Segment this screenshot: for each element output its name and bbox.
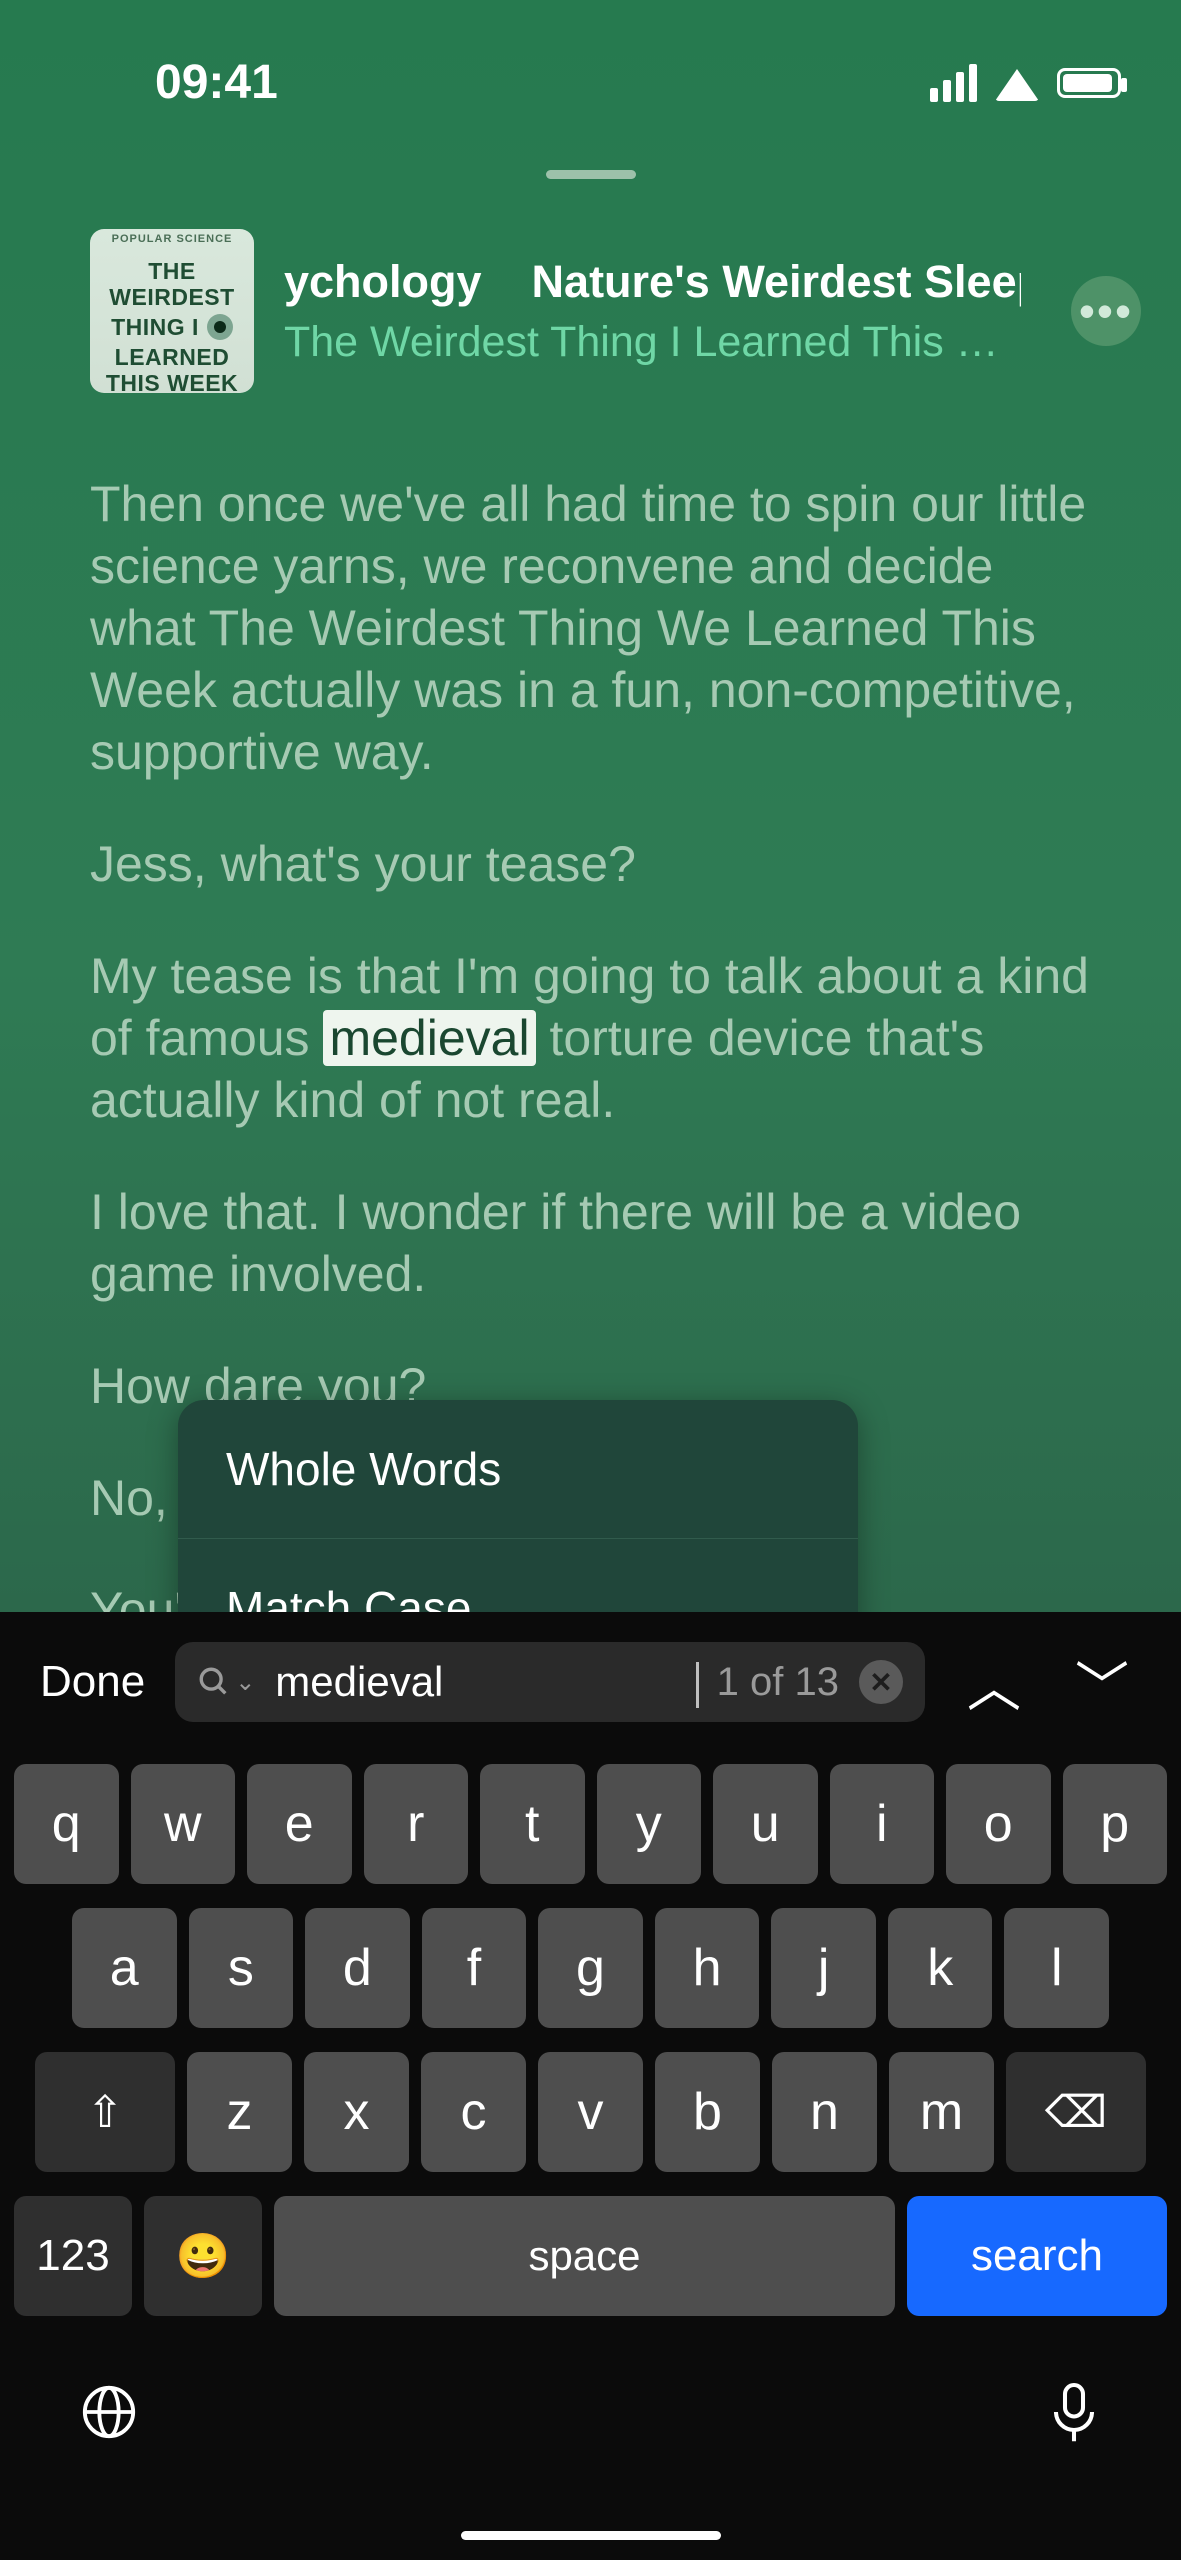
transcript-line[interactable]: I love that. I wonder if there will be a… [90, 1181, 1091, 1305]
podcast-cover[interactable]: POPULAR SCIENCE THE WEIRDEST THING I LEA… [90, 229, 254, 393]
result-count: 1 of 13 [717, 1660, 839, 1705]
prev-result[interactable]: ︿ [955, 1643, 1033, 1722]
episode-titles: ychology Nature's Weirdest Sleep E The W… [284, 256, 1021, 367]
battery-icon [1057, 68, 1121, 98]
search-field[interactable]: ⌄ medieval 1 of 13 ✕ [175, 1642, 925, 1722]
keyboard-toolbar [0, 2340, 1181, 2458]
cover-tag: POPULAR SCIENCE [112, 226, 233, 252]
mic-icon[interactable] [1047, 2380, 1101, 2458]
key-b[interactable]: b [655, 2052, 760, 2172]
status-time: 09:41 [155, 55, 278, 110]
key-j[interactable]: j [771, 1908, 876, 2028]
next-result[interactable]: ﹀ [1063, 1643, 1141, 1722]
clear-icon[interactable]: ✕ [859, 1660, 903, 1704]
transcript-line[interactable]: Jess, what's your tease? [90, 833, 1091, 895]
key-c[interactable]: c [421, 2052, 526, 2172]
transcript-line[interactable]: Then once we've all had time to spin our… [90, 473, 1091, 783]
key-y[interactable]: y [597, 1764, 702, 1884]
space-key[interactable]: space [274, 2196, 895, 2316]
key-i[interactable]: i [830, 1764, 935, 1884]
shift-key[interactable]: ⇧ [35, 2052, 175, 2172]
chevron-down-icon[interactable]: ⌄ [235, 1668, 255, 1697]
keyboard: qwertyuiop asdfghjkl ⇧ zxcvbnm ⌫ 123 😀 s… [0, 1752, 1181, 2316]
key-s[interactable]: s [189, 1908, 294, 2028]
key-z[interactable]: z [187, 2052, 292, 2172]
search-bar-row: Done ⌄ medieval 1 of 13 ✕ ︿ ﹀ [0, 1612, 1181, 1752]
home-indicator[interactable] [461, 2531, 721, 2540]
transcript-line[interactable]: My tease is that I'm going to talk about… [90, 945, 1091, 1131]
option-whole-words[interactable]: Whole Words [178, 1400, 858, 1538]
show-name[interactable]: The Weirdest Thing I Learned This Wee [284, 318, 1021, 367]
done-button[interactable]: Done [40, 1657, 145, 1707]
sheet-grabber[interactable] [546, 170, 636, 179]
key-l[interactable]: l [1004, 1908, 1109, 2028]
key-r[interactable]: r [364, 1764, 469, 1884]
key-h[interactable]: h [655, 1908, 760, 2028]
key-m[interactable]: m [889, 2052, 994, 2172]
eye-icon [207, 314, 233, 340]
key-g[interactable]: g [538, 1908, 643, 2028]
key-a[interactable]: a [72, 1908, 177, 2028]
status-indicators [930, 64, 1121, 102]
globe-icon[interactable] [80, 2383, 138, 2455]
status-bar: 09:41 [0, 0, 1181, 110]
key-x[interactable]: x [304, 2052, 409, 2172]
key-v[interactable]: v [538, 2052, 643, 2172]
search-icon[interactable]: ⌄ [197, 1665, 255, 1699]
key-q[interactable]: q [14, 1764, 119, 1884]
key-o[interactable]: o [946, 1764, 1051, 1884]
key-u[interactable]: u [713, 1764, 818, 1884]
key-k[interactable]: k [888, 1908, 993, 2028]
key-w[interactable]: w [131, 1764, 236, 1884]
episode-title: ychology Nature's Weirdest Sleep E [284, 256, 1021, 308]
backspace-key[interactable]: ⌫ [1006, 2052, 1146, 2172]
search-highlight[interactable]: medieval [323, 1010, 535, 1066]
more-button[interactable]: ••• [1071, 276, 1141, 346]
key-p[interactable]: p [1063, 1764, 1168, 1884]
key-d[interactable]: d [305, 1908, 410, 2028]
key-n[interactable]: n [772, 2052, 877, 2172]
key-f[interactable]: f [422, 1908, 527, 2028]
cellular-icon [930, 64, 977, 102]
search-key[interactable]: search [907, 2196, 1167, 2316]
wifi-icon [995, 69, 1039, 101]
emoji-key[interactable]: 😀 [144, 2196, 262, 2316]
transcript-screen: 09:41 POPULAR SCIENCE THE WEIRDEST THING… [0, 0, 1181, 1612]
episode-header: POPULAR SCIENCE THE WEIRDEST THING I LEA… [0, 179, 1181, 393]
key-e[interactable]: e [247, 1764, 352, 1884]
keyboard-panel: Done ⌄ medieval 1 of 13 ✕ ︿ ﹀ qwertyuiop… [0, 1612, 1181, 2560]
key-t[interactable]: t [480, 1764, 585, 1884]
numbers-key[interactable]: 123 [14, 2196, 132, 2316]
search-input[interactable]: medieval [275, 1658, 696, 1706]
